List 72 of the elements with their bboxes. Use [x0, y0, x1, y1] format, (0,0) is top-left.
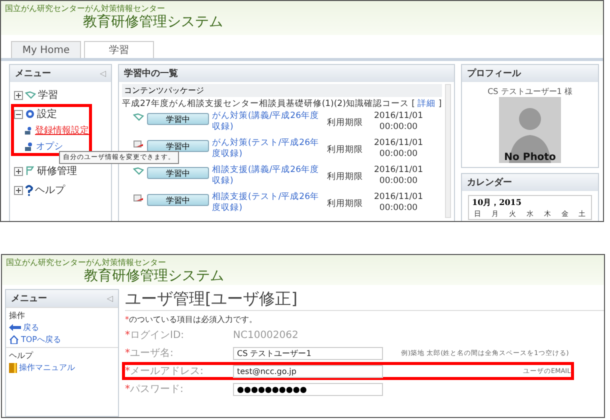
collapse-toggle-icon[interactable] — [14, 110, 23, 118]
month-selector[interactable]: 10月，2015 — [472, 197, 522, 208]
detail-link[interactable]: 詳細 — [418, 99, 436, 109]
book-icon — [25, 91, 36, 99]
system-title: 教育研修管理システム — [84, 268, 225, 284]
section-heading: 操作 — [9, 310, 26, 321]
scrollbar[interactable] — [444, 84, 451, 218]
limit-date: 2016/11/01 00:00:00 — [374, 111, 423, 133]
avatar-placeholder-icon — [499, 97, 561, 163]
page-title: ユーザ管理[ユーザ修正] — [125, 289, 604, 311]
tree-link[interactable]: 登録情報設定 — [24, 124, 89, 137]
course-title: 平成27年度がん相談支援センター相談員基礎研修(1)(2)知識確認コース [ 詳細 ] — [122, 98, 442, 110]
status-button[interactable]: 学習中 — [147, 194, 209, 206]
limit-date: 2016/11/01 00:00:00 — [374, 192, 423, 214]
password-field[interactable]: ●●●●●●●●●● — [233, 382, 383, 396]
expand-toggle-icon[interactable] — [14, 166, 23, 176]
panel-title: カレンダー — [467, 176, 512, 189]
menu-link[interactable]: 戻る — [9, 322, 115, 333]
book-icon — [133, 167, 144, 175]
photo-caption: No Photo — [504, 152, 556, 163]
home-icon — [9, 335, 19, 344]
limit-label: 利用期限 — [327, 144, 364, 156]
input-field[interactable]: test@ncc.go.jp — [233, 364, 383, 378]
tree-item[interactable]: 設定 — [37, 107, 57, 121]
panel-title: プロフィール — [467, 67, 521, 80]
tab[interactable]: 学習 — [84, 41, 154, 58]
field-label: *ユーザ名: — [125, 347, 174, 360]
limit-date: 2016/11/01 00:00:00 — [374, 165, 423, 187]
organization-name: 国立がん研究センターがん対策情報センター — [5, 3, 166, 14]
back-arrow-icon — [9, 324, 21, 331]
limit-date: 2016/11/01 00:00:00 — [374, 138, 423, 160]
content-link[interactable]: がん対策(講義/平成26年度収録) — [212, 111, 324, 133]
pencil-icon — [133, 194, 144, 203]
book-icon — [9, 362, 17, 372]
menu-link[interactable]: 操作マニュアル — [9, 362, 115, 373]
status-button[interactable]: 学習中 — [147, 113, 209, 125]
user-name: CS テストユーザー1 様 — [488, 86, 572, 97]
status-button[interactable]: 学習中 — [147, 167, 209, 179]
field-label: *メールアドレス: — [125, 365, 204, 378]
tree-item[interactable]: ヘルプ — [35, 183, 65, 197]
input-field[interactable]: CS テストユーザー1 — [233, 346, 383, 360]
person-icon — [24, 126, 33, 135]
flag-icon — [25, 166, 35, 176]
content-link[interactable]: 相談支援(講義/平成26年度収録) — [212, 165, 324, 187]
panel-title: 学習中の一覧 — [124, 67, 178, 80]
field-label: *ログインID: — [125, 329, 186, 342]
tab[interactable]: My Home — [11, 41, 81, 58]
package-label: コンテンツパッケージ — [122, 84, 442, 97]
organization-name: 国立がん研究センターがん対策情報センター — [6, 257, 167, 268]
person-icon — [24, 142, 34, 151]
tree-item[interactable]: 研修管理 — [37, 164, 77, 178]
tree-item[interactable]: 学習 — [38, 88, 58, 102]
content-link[interactable]: 相談支援(テスト/平成26年度収録) — [212, 192, 324, 214]
field-value: NC10002062 — [233, 330, 298, 340]
book-icon — [133, 113, 144, 121]
tree-link[interactable]: オプシ — [24, 140, 89, 153]
help-icon — [25, 184, 33, 196]
system-title: 教育研修管理システム — [83, 14, 224, 30]
section-heading: ヘルプ — [9, 350, 34, 361]
expand-toggle-icon[interactable] — [14, 90, 23, 100]
content-link[interactable]: がん対策(テスト/平成26年度収録) — [212, 138, 324, 160]
expand-toggle-icon[interactable] — [14, 186, 23, 194]
pencil-icon — [133, 140, 144, 149]
limit-label: 利用期限 — [327, 198, 364, 210]
panel-title: メニュー — [15, 68, 51, 80]
limit-label: 利用期限 — [327, 171, 364, 183]
limit-label: 利用期限 — [327, 117, 364, 129]
required-note: *のついている項目は必須入力です。 — [125, 314, 258, 325]
status-button[interactable]: 学習中 — [147, 140, 209, 152]
panel-title: メニュー — [11, 293, 47, 305]
menu-link[interactable]: TOPへ戻る — [9, 334, 115, 345]
field-label: *パスワード: — [125, 383, 184, 396]
